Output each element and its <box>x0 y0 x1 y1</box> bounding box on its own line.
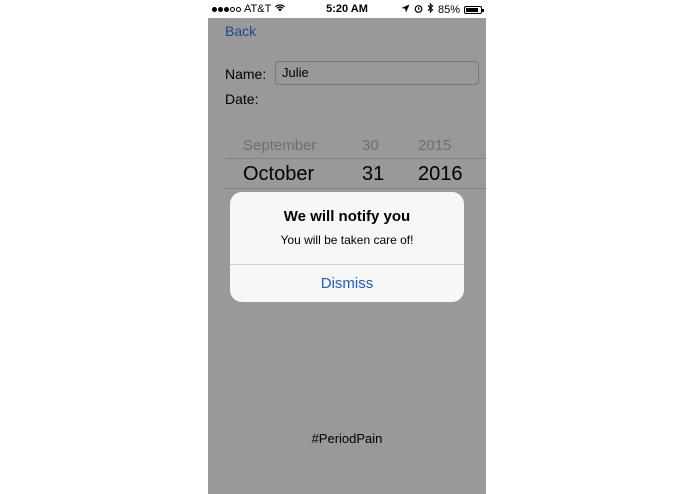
battery-percent: 85% <box>437 3 460 16</box>
dismiss-button[interactable]: Dismiss <box>230 265 464 302</box>
phone-screen: AT&T 5:20 AM 85% Back Name: Julie Date: <box>208 0 486 494</box>
alarm-clock-icon <box>414 4 423 16</box>
alert-message: You will be taken care of! <box>280 233 414 247</box>
location-arrow-icon <box>401 4 410 16</box>
bluetooth-icon <box>427 2 434 16</box>
status-bar: AT&T 5:20 AM 85% <box>208 0 486 18</box>
battery-fill <box>466 7 478 12</box>
alert-title: We will notify you <box>283 208 411 225</box>
status-right: 85% <box>401 2 484 16</box>
battery-icon <box>464 5 484 14</box>
alert-dialog: We will notify you You will be taken car… <box>230 192 464 302</box>
